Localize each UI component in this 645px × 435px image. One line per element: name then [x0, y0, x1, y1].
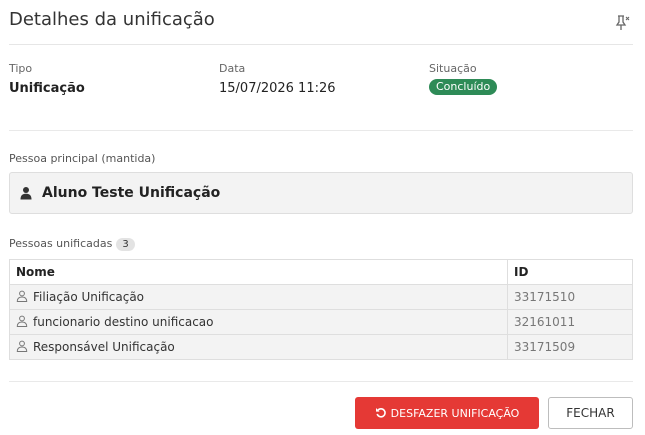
main-person-label: Pessoa principal (mantida) [9, 152, 156, 165]
status-badge: Concluído [429, 79, 498, 95]
unified-persons-table: Nome ID Filiação Unificação 33171510 fun… [9, 259, 633, 360]
table-header-row: Nome ID [9, 259, 633, 285]
data-value: 15/07/2026 11:26 [219, 81, 336, 96]
table-row: funcionario destino unificacao 32161011 [9, 309, 633, 335]
row-name: funcionario destino unificacao [33, 315, 214, 329]
cell-name: Filiação Unificação [9, 284, 508, 310]
table-row: Responsável Unificação 33171509 [9, 334, 633, 360]
main-person-name: Aluno Teste Unificação [42, 185, 221, 201]
info-tipo: Tipo Unificação [9, 62, 85, 96]
user-outline-icon [16, 315, 28, 327]
close-button[interactable]: FECHAR [548, 397, 633, 429]
tipo-label: Tipo [9, 62, 33, 75]
user-icon [20, 187, 32, 200]
column-header-id: ID [507, 259, 633, 285]
row-name: Responsável Unificação [33, 340, 175, 354]
cell-id: 33171509 [507, 334, 633, 360]
tipo-value: Unificação [9, 81, 85, 96]
unification-info: Tipo Unificação Data 15/07/2026 11:26 Si… [9, 62, 633, 122]
column-header-name: Nome [9, 259, 508, 285]
row-name: Filiação Unificação [33, 290, 145, 304]
unified-label-text: Pessoas unificadas [9, 237, 113, 250]
cell-id: 33171510 [507, 284, 633, 310]
unified-persons-label: Pessoas unificadas 3 [9, 237, 135, 251]
count-badge: 3 [116, 238, 135, 251]
table-row: Filiação Unificação 33171510 [9, 284, 633, 310]
user-outline-icon [16, 290, 28, 302]
user-outline-icon [16, 340, 28, 352]
dialog-header: Detalhes da unificação [9, 0, 633, 45]
cell-name: Responsável Unificação [9, 334, 508, 360]
unpin-icon[interactable] [613, 14, 631, 32]
data-label: Data [219, 62, 246, 75]
undo-icon [375, 408, 386, 418]
undo-unification-button[interactable]: DESFAZER UNIFICAÇÃO [355, 397, 539, 429]
info-situacao: Situação Concluído [429, 62, 498, 95]
situacao-label: Situação [429, 62, 477, 75]
cell-name: funcionario destino unificacao [9, 309, 508, 335]
info-data: Data 15/07/2026 11:26 [219, 62, 336, 96]
divider [9, 130, 633, 131]
dialog-title: Detalhes da unificação [9, 9, 215, 30]
undo-button-label: DESFAZER UNIFICAÇÃO [390, 406, 520, 420]
footer-divider [9, 381, 633, 382]
cell-id: 32161011 [507, 309, 633, 335]
main-person-box: Aluno Teste Unificação [9, 172, 633, 214]
